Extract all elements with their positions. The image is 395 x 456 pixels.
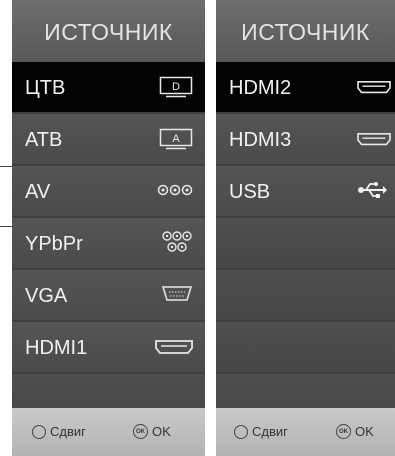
source-item-dtv[interactable]: ЦТВ D bbox=[12, 62, 205, 114]
move-hint-label: Сдвиг bbox=[50, 424, 86, 439]
source-item-av[interactable]: AV bbox=[12, 166, 205, 218]
source-item-label: USB bbox=[229, 181, 271, 203]
source-menu-right: ИСТОЧНИК HDMI2 HDMI3 USB Сдвиг OK OK bbox=[216, 0, 395, 456]
usb-icon bbox=[358, 182, 387, 198]
hdmi-port-icon bbox=[155, 340, 193, 354]
component-jacks-icon bbox=[162, 231, 192, 252]
vga-port-icon bbox=[161, 286, 193, 301]
side-tick bbox=[0, 166, 12, 167]
source-item-empty bbox=[216, 270, 395, 322]
av-jacks-icon bbox=[157, 184, 193, 196]
hdmi-port-icon bbox=[357, 80, 391, 94]
hdmi-port-icon bbox=[357, 132, 391, 146]
source-item-label: АТВ bbox=[25, 129, 63, 151]
side-tick bbox=[0, 226, 12, 227]
source-list: HDMI2 HDMI3 USB bbox=[216, 62, 395, 426]
move-hint: Сдвиг bbox=[234, 424, 288, 439]
move-hint: Сдвиг bbox=[32, 424, 86, 439]
navigation-circle-icon bbox=[234, 424, 248, 439]
source-item-label: YPbPr bbox=[25, 233, 83, 255]
ok-hint: OK OK bbox=[133, 424, 171, 439]
ok-button-icon: OK bbox=[133, 424, 148, 439]
source-item-label: AV bbox=[25, 181, 51, 203]
source-item-hdmi1[interactable]: HDMI1 bbox=[12, 322, 205, 374]
source-item-label: ЦТВ bbox=[25, 77, 66, 99]
source-menu-left: ИСТОЧНИК ЦТВ D АТВ A AV YPbPr VGA HDMI1 … bbox=[12, 0, 205, 456]
source-list: ЦТВ D АТВ A AV YPbPr VGA HDMI1 bbox=[12, 62, 205, 426]
source-item-ypbpr[interactable]: YPbPr bbox=[12, 218, 205, 270]
ok-button-icon: OK bbox=[336, 424, 351, 439]
move-hint-label: Сдвиг bbox=[252, 424, 288, 439]
source-item-empty bbox=[216, 322, 395, 374]
tv-d-icon-letter: D bbox=[172, 81, 180, 93]
source-item-label: HDMI1 bbox=[25, 337, 88, 359]
source-item-empty bbox=[216, 218, 395, 270]
source-item-atv[interactable]: АТВ A bbox=[12, 114, 205, 166]
ok-hint: OK OK bbox=[336, 424, 374, 439]
menu-footer: Сдвиг OK OK bbox=[216, 408, 395, 456]
tv-d-icon: D bbox=[159, 76, 193, 98]
source-item-vga[interactable]: VGA bbox=[12, 270, 205, 322]
menu-title: ИСТОЧНИК bbox=[12, 0, 205, 62]
tv-a-icon-letter: A bbox=[172, 133, 180, 145]
menu-title: ИСТОЧНИК bbox=[216, 0, 395, 62]
navigation-circle-icon bbox=[32, 424, 46, 439]
source-item-usb[interactable]: USB bbox=[216, 166, 395, 218]
tv-a-icon: A bbox=[159, 128, 193, 150]
source-item-hdmi2[interactable]: HDMI2 bbox=[216, 62, 395, 114]
ok-hint-label: OK bbox=[355, 424, 374, 439]
source-item-label: VGA bbox=[25, 285, 68, 307]
source-item-hdmi3[interactable]: HDMI3 bbox=[216, 114, 395, 166]
ok-hint-label: OK bbox=[152, 424, 171, 439]
menu-footer: Сдвиг OK OK bbox=[12, 408, 205, 456]
source-item-label: HDMI2 bbox=[229, 77, 292, 99]
source-item-label: HDMI3 bbox=[229, 129, 292, 151]
